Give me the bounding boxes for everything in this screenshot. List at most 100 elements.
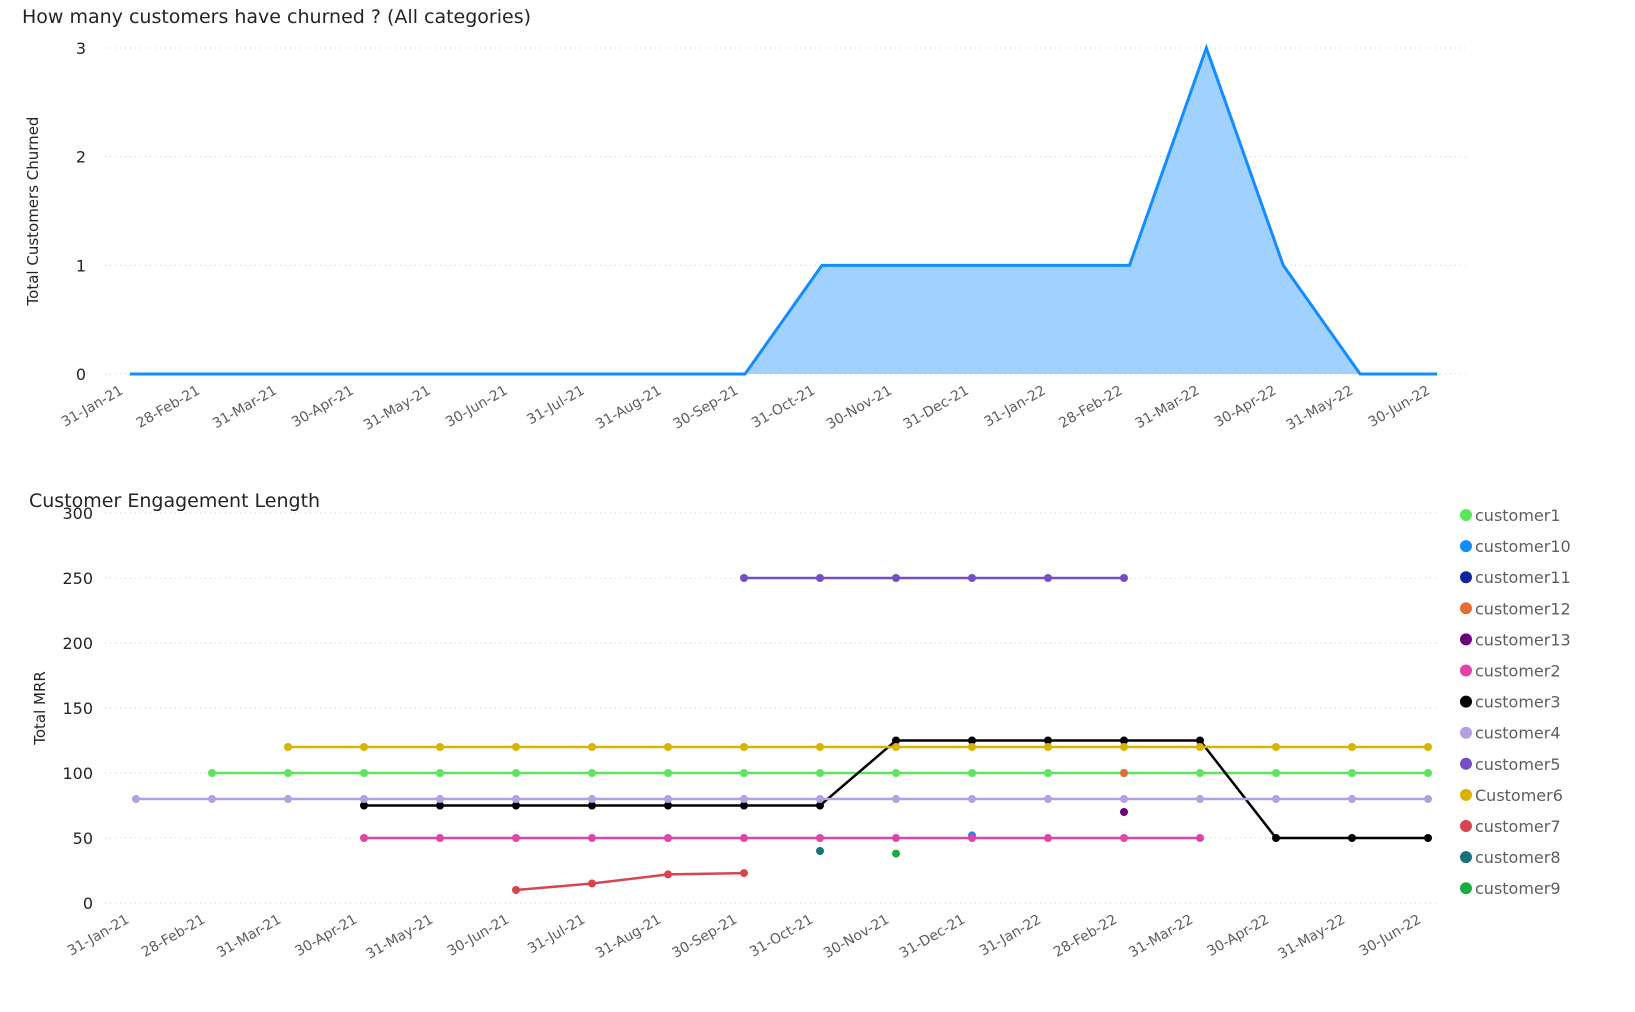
y-tick-label: 200: [62, 634, 93, 653]
data-point-customer8: [816, 847, 824, 855]
data-point-Customer6: [1348, 743, 1356, 751]
data-point-customer4: [816, 795, 824, 803]
data-point-customer12: [1120, 769, 1128, 777]
data-point-customer4: [1196, 795, 1204, 803]
engagement-line-chart: 050100150200250300Total MRR31-Jan-21 28-F…: [31, 504, 1571, 963]
legend-item-customer1: customer1: [1460, 506, 1561, 525]
x-tick-label: 31-Jan-21: [65, 912, 132, 960]
legend-label: Customer6: [1475, 786, 1563, 805]
data-point-Customer6: [1120, 743, 1128, 751]
data-point-customer3: [1424, 834, 1432, 842]
data-point-customer4: [588, 795, 596, 803]
data-point-customer7: [664, 870, 672, 879]
legend-label: customer2: [1475, 662, 1561, 681]
data-point-Customer6: [1272, 743, 1280, 751]
legend-marker: [1460, 851, 1472, 864]
data-point-Customer6: [512, 743, 520, 751]
legend-marker: [1460, 509, 1472, 521]
x-tick-label: 30-Jun-21: [443, 383, 510, 431]
x-tick-label: 30-Nov-21: [824, 383, 895, 433]
legend-item-customer9: customer9: [1460, 879, 1561, 898]
data-point-Customer6: [360, 743, 368, 751]
legend-label: customer7: [1475, 817, 1561, 836]
legend-item-customer2: customer2: [1460, 662, 1561, 681]
x-tick-label: 30-Jun-22: [1357, 912, 1424, 960]
legend-item-Customer6: Customer6: [1460, 786, 1563, 805]
x-tick-label: 31-May-21: [364, 912, 436, 963]
data-point-customer1: [436, 769, 444, 777]
legend-label: customer10: [1475, 537, 1571, 556]
y-tick-label: 50: [73, 829, 93, 848]
x-tick-label: 31-May-21: [361, 383, 433, 434]
data-point-Customer6: [436, 743, 444, 751]
legend-item-customer10: customer10: [1460, 537, 1571, 556]
x-tick-label: 31-Oct-21: [749, 383, 818, 432]
data-point-customer1: [740, 769, 748, 777]
data-point-customer5: [816, 574, 824, 582]
x-tick-label: 31-Aug-21: [593, 912, 664, 962]
data-point-customer2: [892, 834, 900, 842]
data-point-customer7: [740, 869, 748, 878]
x-tick-label: 31-Jan-21: [59, 383, 126, 431]
data-point-customer3: [1272, 834, 1280, 842]
data-point-customer13: [1120, 808, 1128, 816]
x-tick-label: 30-Apr-22: [1212, 383, 1280, 431]
y-tick-label: 0: [83, 894, 93, 913]
data-point-Customer6: [284, 743, 292, 751]
data-point-customer5: [968, 574, 976, 582]
x-tick-label: 31-Mar-22: [1126, 912, 1196, 961]
data-point-customer1: [208, 769, 216, 777]
legend-item-customer3: customer3: [1460, 693, 1561, 712]
x-tick-label: 31-Dec-21: [901, 383, 972, 433]
x-tick-label: 28-Feb-21: [134, 383, 203, 432]
x-tick-label: 30-Nov-21: [821, 912, 892, 962]
legend-marker: [1460, 882, 1472, 895]
data-point-customer2: [512, 834, 520, 842]
y-tick-label: 3: [76, 39, 86, 58]
x-tick-label: 31-Mar-21: [214, 912, 284, 961]
data-point-customer4: [664, 795, 672, 803]
legend-item-customer8: customer8: [1460, 848, 1561, 867]
legend-label: customer12: [1475, 599, 1571, 618]
series-line-customer3: [364, 739, 1428, 840]
data-point-customer9: [892, 849, 900, 858]
churn-area-fill: [130, 48, 1437, 374]
legend-item-customer5: customer5: [1460, 755, 1561, 774]
x-tick-label: 30-Sep-21: [670, 912, 740, 962]
y-tick-label: 300: [62, 504, 93, 523]
data-point-Customer6: [1196, 743, 1204, 751]
data-point-customer4: [360, 795, 368, 803]
data-point-customer1: [512, 769, 520, 777]
data-point-customer1: [1424, 769, 1432, 777]
legend-marker: [1460, 695, 1472, 708]
legend-label: customer3: [1475, 693, 1561, 712]
legend-label: customer9: [1475, 879, 1561, 898]
data-point-customer1: [284, 769, 292, 777]
x-tick-label: 31-Jul-21: [525, 912, 588, 958]
legend-item-customer7: customer7: [1460, 817, 1561, 836]
y-axis-label: Total Customers Churned: [24, 117, 42, 307]
y-tick-label: 150: [62, 699, 93, 718]
data-point-customer4: [968, 795, 976, 803]
legend-item-customer11: customer11: [1460, 568, 1571, 587]
legend-label: customer5: [1475, 755, 1561, 774]
data-point-customer3: [1348, 834, 1356, 842]
x-tick-label: 28-Feb-22: [1056, 383, 1125, 432]
data-point-customer2: [1196, 834, 1204, 842]
legend-label: customer11: [1475, 568, 1571, 587]
data-point-customer1: [664, 769, 672, 777]
x-tick-label: 30-Jun-21: [445, 912, 512, 960]
data-point-customer4: [1348, 795, 1356, 803]
x-tick-label: 30-Sep-21: [671, 383, 741, 433]
data-point-Customer6: [1044, 743, 1052, 751]
legend-marker: [1460, 664, 1472, 677]
y-axis-label: Total MRR: [31, 671, 49, 746]
data-point-customer5: [740, 574, 748, 582]
data-point-Customer6: [1424, 743, 1432, 751]
data-point-customer7: [512, 886, 520, 894]
data-point-customer7: [588, 879, 596, 888]
data-point-Customer6: [664, 743, 672, 751]
data-point-customer4: [892, 795, 900, 803]
data-point-customer4: [132, 795, 140, 803]
data-point-customer1: [1348, 769, 1356, 777]
